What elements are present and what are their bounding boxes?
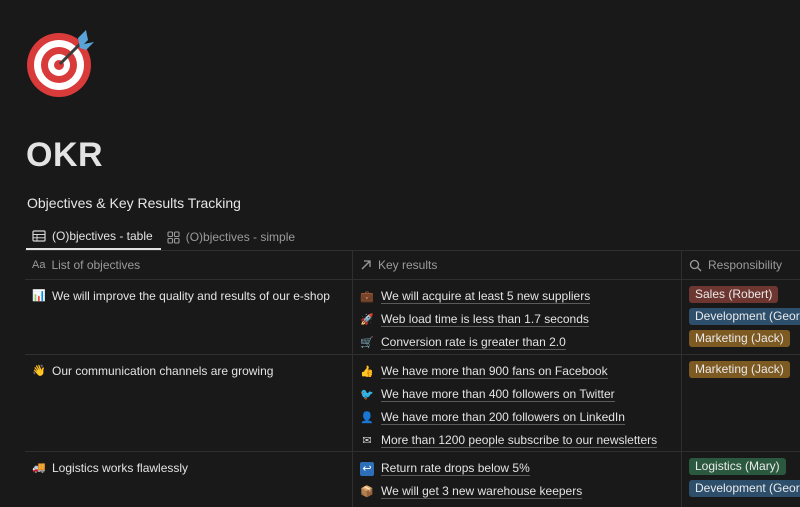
key-results-cell[interactable]: 💼 We will acquire at least 5 new supplier… (353, 280, 682, 354)
gallery-icon (167, 230, 180, 244)
truck-icon: 🚚 (32, 462, 46, 474)
column-label: Responsibility (708, 258, 783, 272)
key-result-text[interactable]: Web load time is less than 1.7 seconds (381, 312, 589, 327)
key-result-link[interactable]: 👤 We have more than 200 followers on Link… (360, 406, 681, 429)
table-row[interactable]: 🚚 Logistics works flawlessly ↩ Return rat… (25, 452, 800, 507)
table-icon (32, 230, 46, 242)
tab-objectives-table[interactable]: (O)bjectives - table (26, 224, 161, 250)
table-header: Aa List of objectives Key results Respon… (25, 251, 800, 280)
key-results-cell[interactable]: 👍 We have more than 900 fans on Facebook … (353, 355, 682, 451)
page-title: OKR (26, 136, 104, 174)
responsibility-tag: Sales (Robert) (689, 286, 779, 303)
objective-cell[interactable]: 🚚 Logistics works flawlessly (25, 452, 353, 507)
responsibility-tag: Marketing (Jack) (689, 361, 790, 378)
thumbs-up-icon: 👍 (360, 365, 374, 378)
relation-arrow-icon (361, 260, 371, 270)
rocket-icon: 🚀 (360, 313, 374, 326)
key-result-text[interactable]: More than 1200 people subscribe to our n… (381, 433, 658, 448)
objective-cell[interactable]: 👋 Our communication channels are growing (25, 355, 353, 451)
objectives-table: Aa List of objectives Key results Respon… (25, 250, 800, 507)
column-label: Key results (378, 258, 438, 272)
view-tabs: (O)bjectives - table (O)bjectives - simp… (26, 224, 303, 250)
database-title[interactable]: Objectives & Key Results Tracking (27, 195, 241, 211)
key-result-link[interactable]: 💼 We will acquire at least 5 new supplier… (360, 285, 681, 308)
cart-icon: 🛒 (360, 336, 374, 349)
responsibility-tag: Development (George) (689, 480, 800, 497)
tab-objectives-simple[interactable]: (O)bjectives - simple (161, 224, 303, 250)
objective-title[interactable]: We will improve the quality and results … (52, 289, 330, 303)
column-header-responsibility[interactable]: Responsibility (682, 251, 800, 279)
key-result-text[interactable]: Conversion rate is greater than 2.0 (381, 335, 566, 350)
person-icon: 👤 (360, 411, 374, 424)
responsibility-cell[interactable]: Marketing (Jack) (682, 355, 800, 451)
bird-icon: 🐦 (360, 388, 374, 401)
key-result-text[interactable]: We have more than 900 fans on Facebook (381, 364, 608, 379)
objective-title[interactable]: Our communication channels are growing (52, 364, 273, 378)
text-icon: Aa (32, 259, 46, 271)
envelope-icon: ✉ (362, 434, 372, 447)
objective-title[interactable]: Logistics works flawlessly (52, 461, 188, 475)
key-result-link[interactable]: ↩ Return rate drops below 5% (360, 457, 681, 480)
table-row[interactable]: 📊 We will improve the quality and result… (25, 280, 800, 355)
tab-label: (O)bjectives - table (52, 229, 153, 243)
key-result-link[interactable]: 👍 We have more than 900 fans on Facebook (360, 360, 681, 383)
chart-icon: 📊 (32, 290, 46, 302)
tab-label: (O)bjectives - simple (185, 230, 296, 244)
column-header-key-results[interactable]: Key results (353, 251, 682, 279)
key-result-link[interactable]: 🐦 We have more than 400 followers on Twit… (360, 383, 681, 406)
return-arrow-icon: ↩ (360, 461, 374, 476)
briefcase-icon: 💼 (360, 290, 374, 303)
key-result-text[interactable]: We will acquire at least 5 new suppliers (381, 289, 591, 304)
key-results-cell[interactable]: ↩ Return rate drops below 5% 📦 We will get… (353, 452, 682, 507)
wave-hand-icon: 👋 (32, 365, 46, 377)
key-result-link[interactable]: 📦 We will get 3 new warehouse keepers (360, 480, 681, 503)
responsibility-cell[interactable]: Sales (Robert) Development (George) Mark… (682, 280, 800, 354)
responsibility-cell[interactable]: Logistics (Mary) Development (George) (682, 452, 800, 507)
table-row[interactable]: 👋 Our communication channels are growing… (25, 355, 800, 452)
column-header-objectives[interactable]: Aa List of objectives (25, 251, 353, 279)
key-result-text[interactable]: We will get 3 new warehouse keepers (381, 484, 583, 499)
key-result-link[interactable]: ✉ More than 1200 people subscribe to our … (360, 429, 681, 452)
key-result-link[interactable]: 🛒 Conversion rate is greater than 2.0 (360, 331, 681, 354)
target-dart-icon[interactable] (26, 28, 96, 98)
key-result-text[interactable]: We have more than 200 followers on Linke… (381, 410, 625, 425)
responsibility-tag: Marketing (Jack) (689, 330, 790, 347)
column-label: List of objectives (51, 258, 141, 272)
package-icon: 📦 (360, 485, 374, 498)
search-icon (689, 259, 702, 271)
key-result-text[interactable]: We have more than 400 followers on Twitt… (381, 387, 615, 402)
key-result-link[interactable]: 🚀 Web load time is less than 1.7 seconds (360, 308, 681, 331)
objective-cell[interactable]: 📊 We will improve the quality and result… (25, 280, 353, 354)
responsibility-tag: Logistics (Mary) (689, 458, 786, 475)
key-result-text[interactable]: Return rate drops below 5% (381, 461, 530, 476)
responsibility-tag: Development (George) (689, 308, 800, 325)
